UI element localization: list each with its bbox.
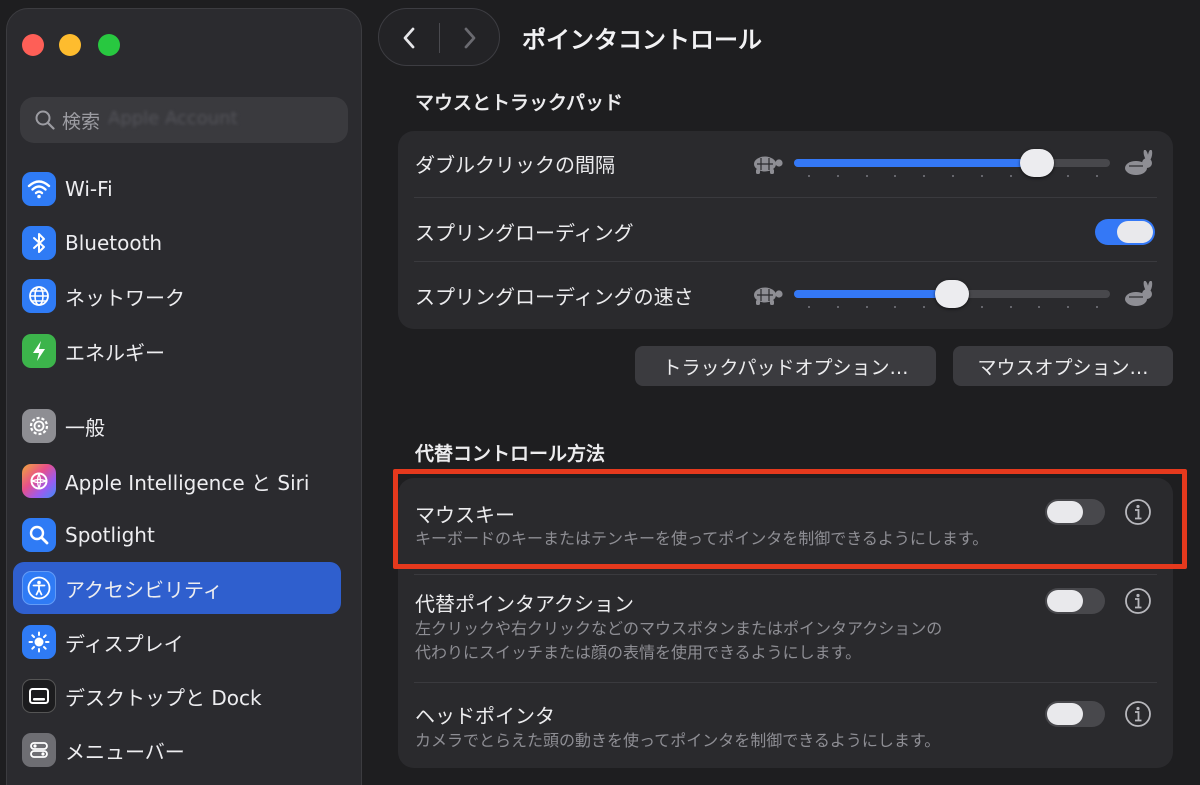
sidebar-item-network[interactable]: ネットワーク: [13, 270, 341, 322]
sidebar-item-label: メニューバー: [65, 739, 185, 764]
apple-intelligence-icon: [22, 464, 56, 498]
head-pointer-description: カメラでとらえた頭の動きを使ってポインタを制御できるようにします。: [415, 731, 941, 750]
accessibility-icon: [22, 571, 56, 605]
back-button[interactable]: [379, 9, 439, 67]
close-window-button[interactable]: [22, 34, 44, 56]
forward-button[interactable]: [440, 9, 500, 67]
gear-icon: [22, 409, 56, 443]
dock-icon: [22, 679, 56, 713]
wifi-icon: [22, 172, 56, 206]
toggle-knob: [1047, 703, 1083, 725]
section-title-mouse-trackpad: マウスとトラックパッド: [415, 92, 624, 114]
rabbit-icon: [1125, 281, 1153, 306]
section-title-alternate-control: 代替コントロール方法: [415, 443, 606, 465]
sidebar-item-desktop-dock[interactable]: デスクトップと Dock: [13, 670, 341, 722]
sidebar-item-display[interactable]: ディスプレイ: [13, 616, 341, 668]
sidebar-item-menubar[interactable]: メニューバー: [13, 724, 341, 776]
slider-knob[interactable]: [1020, 149, 1055, 177]
globe-icon: [22, 279, 56, 313]
spring-speed-label: スプリングローディングの速さ: [415, 285, 694, 309]
sidebar-item-label: Wi-Fi: [65, 177, 113, 201]
sidebar: Apple Account 検索: [6, 8, 362, 785]
mouse-options-button[interactable]: マウスオプション…: [953, 346, 1173, 386]
sidebar-item-label: 一般: [65, 415, 105, 440]
spring-loading-label: スプリングローディング: [415, 221, 634, 245]
slider-fill: [794, 159, 1038, 167]
spring-loading-toggle[interactable]: [1095, 219, 1155, 245]
mouse-keys-info-icon[interactable]: [1124, 498, 1152, 526]
mouse-keys-description: キーボードのキーまたはテンキーを使ってポインタを制御できるようにします。: [415, 529, 989, 548]
zoom-window-button[interactable]: [98, 34, 120, 56]
search-placeholder: 検索: [62, 110, 101, 133]
search-ghost-text: Apple Account: [108, 108, 238, 129]
menubar-icon: [22, 733, 56, 767]
navigation-buttons: [378, 8, 500, 66]
slider-knob[interactable]: [935, 280, 969, 308]
sidebar-item-bluetooth[interactable]: Bluetooth: [13, 217, 341, 269]
row-divider: [414, 682, 1157, 683]
head-pointer-toggle[interactable]: [1045, 701, 1105, 727]
toggle-knob: [1047, 501, 1083, 523]
sidebar-item-label: ディスプレイ: [65, 631, 184, 656]
sidebar-item-label: エネルギー: [65, 340, 165, 365]
search-icon: [35, 110, 55, 130]
sidebar-item-apple-intelligence[interactable]: Apple Intelligence と Siri: [13, 455, 341, 507]
bluetooth-icon: [22, 226, 56, 260]
mouse-trackpad-card: ダブルクリックの間隔 スプリングローディング スプリングローディングの速さ: [398, 131, 1173, 329]
double-click-slider[interactable]: [748, 144, 1158, 184]
toggle-knob: [1117, 221, 1153, 243]
slider-ticks: [808, 175, 1098, 177]
chevron-right-icon: [464, 27, 476, 49]
turtle-icon: [754, 156, 783, 174]
head-pointer-info-icon[interactable]: [1124, 700, 1152, 728]
toggle-knob: [1047, 590, 1083, 612]
sidebar-item-label: Spotlight: [65, 523, 155, 547]
sidebar-item-label: アクセシビリティ: [65, 577, 223, 602]
row-divider: [414, 261, 1157, 262]
sun-icon: [22, 625, 56, 659]
alt-pointer-info-icon[interactable]: [1124, 587, 1152, 615]
mouse-keys-label: マウスキー: [415, 503, 515, 527]
page-title: ポインタコントロール: [522, 26, 762, 54]
spring-speed-slider[interactable]: [748, 275, 1158, 315]
sidebar-item-label: Bluetooth: [65, 231, 163, 255]
slider-fill: [794, 290, 952, 298]
chevron-left-icon: [403, 27, 415, 49]
alt-pointer-toggle[interactable]: [1045, 588, 1105, 614]
sidebar-item-spotlight[interactable]: Spotlight: [13, 509, 341, 561]
rabbit-icon: [1125, 150, 1153, 175]
minimize-window-button[interactable]: [59, 34, 81, 56]
sidebar-item-label: ネットワーク: [65, 285, 185, 310]
row-divider: [414, 197, 1157, 198]
sidebar-item-energy[interactable]: エネルギー: [13, 325, 341, 377]
turtle-icon: [754, 287, 783, 305]
head-pointer-label: ヘッドポインタ: [415, 704, 555, 728]
magnifier-icon: [22, 518, 56, 552]
alt-pointer-description-line1: 左クリックや右クリックなどのマウスボタンまたはポインタアクションの: [415, 619, 943, 638]
alt-pointer-description-line2: 代わりにスイッチまたは顔の表情を使用できるようにします。: [415, 643, 862, 662]
row-divider: [414, 574, 1157, 575]
alt-pointer-label: 代替ポインタアクション: [415, 592, 634, 616]
double-click-label: ダブルクリックの間隔: [415, 153, 615, 177]
sidebar-item-label: Apple Intelligence と Siri: [65, 470, 310, 495]
bolt-icon: [22, 334, 56, 368]
alternate-control-card: マウスキー キーボードのキーまたはテンキーを使ってポインタを制御できるようにしま…: [398, 478, 1173, 768]
sidebar-item-wifi[interactable]: Wi-Fi: [13, 163, 341, 215]
search-field[interactable]: Apple Account 検索: [20, 97, 348, 143]
mouse-keys-toggle[interactable]: [1045, 499, 1105, 525]
sidebar-item-label: デスクトップと Dock: [65, 685, 262, 710]
sidebar-item-accessibility[interactable]: アクセシビリティ: [13, 562, 341, 614]
sidebar-item-general[interactable]: 一般: [13, 400, 341, 452]
trackpad-options-button[interactable]: トラックパッドオプション…: [635, 346, 936, 386]
